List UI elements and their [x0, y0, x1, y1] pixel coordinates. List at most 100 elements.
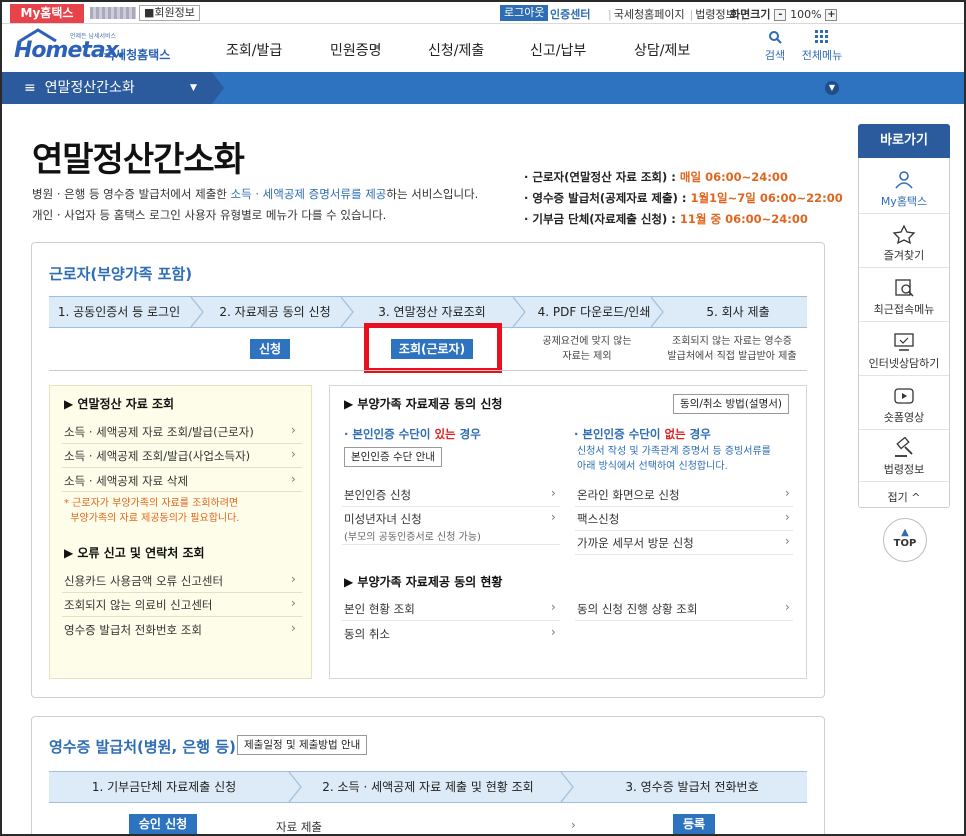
caret-down-icon: ▼ — [190, 83, 197, 93]
no-auth-label: · 본인인증 수단이 없는 경우 — [574, 426, 711, 442]
has-auth-label: · 본인인증 수단이 있는 경우 — [344, 426, 481, 442]
breadcrumb-menu[interactable]: ≡ 연말정산간소화 ▼ — [2, 72, 212, 104]
quick-menu-title: 바로가기 — [858, 124, 950, 158]
zoom-out-button[interactable]: - — [774, 9, 787, 21]
site-header: 언제든 납세서비스 Hometax. 국세청홈택스 조회/발급 민원증명 신청/… — [2, 24, 964, 72]
search-label: 검색 — [764, 49, 786, 62]
divider — [859, 267, 949, 268]
divider — [575, 530, 793, 531]
schedule-label: · 기부금 단체(자료제출 신청) : — [524, 212, 680, 226]
quick-collapse-button[interactable]: 접기 ^ — [859, 489, 949, 505]
nts-homepage-link[interactable]: 국세청홈페이지 — [614, 8, 685, 21]
chevron-right-icon: › — [785, 600, 790, 614]
nav-report-pay[interactable]: 신고/납부 — [530, 40, 586, 60]
zoom-control: 화면크기 - 100% + — [730, 6, 838, 22]
dependent-warning: * 근로자가 부양가족의 자료를 조회하려면 부양가족의 자료 제공동의가 필요… — [64, 498, 240, 524]
list-item-worker-inquiry[interactable]: 소득 · 세액공제 자료 조회/발급(근로자) — [64, 424, 254, 440]
list-item-minor[interactable]: 미성년자녀 신청 — [344, 511, 422, 527]
divider — [62, 467, 302, 468]
chevron-right-icon: › — [551, 486, 556, 500]
person-icon: ■ — [144, 6, 155, 19]
chevron-right-icon — [288, 772, 302, 802]
all-menu-button[interactable]: 전체메뉴 — [798, 30, 846, 63]
quick-shortform-video[interactable]: 숏폼영상 — [859, 385, 949, 425]
step-phone: 3. 영수증 발급처 전화번호 — [625, 780, 759, 794]
no-auth-text: 경우 — [685, 427, 711, 441]
nav-civil-cert[interactable]: 민원증명 — [330, 40, 382, 60]
worker-inquiry-button[interactable]: 조회(근로자) — [391, 339, 473, 359]
my-hometax-tab[interactable]: My홈택스 — [10, 4, 84, 23]
list-item-card-error[interactable]: 신용카드 사용금액 오류 신고센터 — [64, 573, 223, 589]
list-item-medical-report[interactable]: 조회되지 않는 의료비 신고센터 — [64, 597, 213, 613]
quick-recent-menu[interactable]: 최근접속메뉴 — [859, 277, 949, 317]
chevron-right-icon: › — [291, 621, 296, 635]
list-item-self-auth[interactable]: 본인인증 신청 — [344, 487, 411, 503]
register-button[interactable]: 등록 — [673, 814, 715, 834]
member-info-button[interactable]: ■회원정보 — [139, 5, 200, 21]
divider — [62, 443, 302, 444]
worker-section-title: 근로자(부양가족 포함) — [49, 265, 193, 283]
logout-button[interactable]: 로그아웃 — [500, 5, 549, 21]
play-icon — [894, 388, 914, 404]
schedule-time: 06:00~24:00 — [705, 170, 788, 184]
divider — [575, 620, 793, 621]
chevron-down-icon[interactable]: ▼ — [825, 81, 839, 95]
nav-apply-submit[interactable]: 신청/제출 — [428, 40, 484, 60]
list-item-delete[interactable]: 소득 · 세액공제 자료 삭제 — [64, 473, 188, 489]
cert-center-link[interactable]: 인증센터 — [550, 6, 590, 22]
nav-consult[interactable]: 상담/제보 — [634, 40, 690, 60]
schedule-row: · 근로자(연말정산 자료 조회) : 매일 06:00~24:00 — [524, 167, 843, 188]
consent-guide-button[interactable]: 동의/취소 방법(설명서) — [673, 394, 790, 414]
divider — [342, 620, 560, 621]
has-auth-text: · 본인인증 수단이 — [344, 427, 435, 441]
list-item-data-submit[interactable]: 자료 제출 — [276, 819, 322, 834]
star-icon — [892, 224, 916, 245]
quick-my-hometax[interactable]: My홈택스 — [859, 169, 949, 209]
receipt-section-title: 영수증 발급처(병원, 은행 등) — [49, 738, 236, 756]
desc-text: 병원 · 은행 등 영수증 발급처에서 제출한 — [32, 187, 231, 201]
breadcrumb-bar: ≡ 연말정산간소화 ▼ ▼ — [2, 72, 964, 104]
list-item-fax[interactable]: 팩스신청 — [577, 511, 619, 527]
quick-favorites[interactable]: 즐겨찾기 — [859, 223, 949, 263]
no-auth-text: · 본인인증 수단이 — [574, 427, 665, 441]
hamburger-icon: ≡ — [24, 80, 36, 96]
chevron-right-icon: › — [291, 572, 296, 586]
quick-label: 숏폼영상 — [883, 411, 925, 424]
util-links: | 국세청홈페이지 | 법령정보 | — [605, 6, 746, 22]
step4-note: 공제요건에 맞지 않는 자료는 제외 — [542, 336, 632, 362]
annual-data-heading: ▶ 연말정산 자료 조회 — [64, 397, 175, 411]
chevron-right-icon: › — [291, 423, 296, 437]
divider — [62, 592, 302, 593]
step-pdf: 4. PDF 다운로드/인쇄 — [537, 305, 651, 319]
quick-label: 최근접속메뉴 — [873, 303, 935, 316]
auth-guide-button[interactable]: 본인인증 수단 안내 — [344, 447, 442, 467]
chevron-right-icon — [560, 772, 574, 802]
list-item-progress[interactable]: 동의 신청 진행 상황 조회 — [577, 601, 697, 617]
consent-status-heading: ▶ 부양가족 자료제공 동의 현황 — [344, 575, 503, 589]
step-donation: 1. 기부금단체 자료제출 신청 — [91, 780, 237, 794]
quick-menu: 바로가기 My홈택스 즐겨찾기 최근접속메뉴 인터넷상담하기 숏폼영상 법령정보… — [858, 124, 950, 508]
hometax-logo[interactable]: 언제든 납세서비스 Hometax. 국세청홈택스 — [12, 28, 172, 68]
page-description: 병원 · 은행 등 영수증 발급처에서 제출한 소득 · 세액공제 증명서류를 … — [32, 184, 478, 226]
divider — [859, 375, 949, 376]
list-item-consent-cancel[interactable]: 동의 취소 — [344, 626, 390, 642]
nav-inquiry-issue[interactable]: 조회/발급 — [226, 40, 282, 60]
zoom-in-button[interactable]: + — [825, 9, 838, 21]
schedule-label: · 근로자(연말정산 자료 조회) : — [524, 170, 680, 184]
list-item-online[interactable]: 온라인 화면으로 신청 — [577, 487, 680, 503]
quick-internet-consult[interactable]: 인터넷상담하기 — [859, 331, 949, 371]
scroll-top-button[interactable]: ▲ TOP — [883, 518, 927, 562]
search-button[interactable]: 검색 — [760, 30, 790, 63]
apply-button[interactable]: 신청 — [250, 339, 290, 359]
quick-law-info[interactable]: 법령정보 — [859, 437, 949, 477]
desc-highlight: 소득 · 세액공제 증명서류를 제공 — [230, 187, 387, 201]
logo-korean: 국세청홈택스 — [104, 48, 171, 62]
chevron-right-icon: › — [291, 472, 296, 486]
list-item-phone-lookup[interactable]: 영수증 발급처 전화번호 조회 — [64, 622, 202, 638]
list-item-self-status[interactable]: 본인 현황 조회 — [344, 601, 415, 617]
schedule-guide-button[interactable]: 제출일정 및 제출방법 안내 — [237, 735, 368, 755]
grid-icon — [815, 30, 828, 43]
list-item-business-inquiry[interactable]: 소득 · 세액공제 조회/발급(사업소득자) — [64, 448, 250, 464]
list-item-visit[interactable]: 가까운 세무서 방문 신청 — [577, 535, 694, 551]
approve-apply-button[interactable]: 승인 신청 — [129, 814, 197, 834]
